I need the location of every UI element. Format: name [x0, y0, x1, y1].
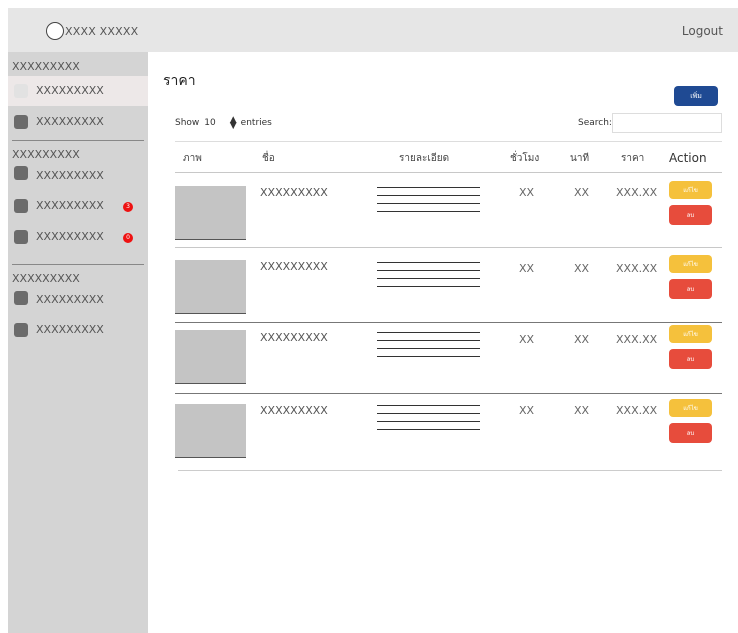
row-divider [175, 393, 722, 394]
menu-square-icon [14, 323, 28, 337]
menu-square-icon [14, 115, 28, 129]
column-header-price: ราคา [621, 153, 645, 164]
item-name: XXXXXXXXX [260, 260, 328, 273]
item-name: XXXXXXXXX [260, 331, 328, 344]
sidebar-divider [12, 140, 144, 141]
entries-select[interactable]: 10 [204, 118, 215, 128]
item-hours: XX [519, 262, 535, 275]
item-detail [377, 187, 480, 219]
column-header-hours: ชั่วโมง [510, 153, 540, 164]
add-button[interactable]: เพิ่ม [674, 86, 718, 106]
logout-link[interactable]: Logout [682, 24, 723, 38]
item-price: XXX.XX [616, 262, 658, 275]
brand[interactable]: XXXX XXXXX [46, 22, 138, 40]
item-price: XXX.XX [616, 333, 658, 346]
item-minutes: XX [574, 404, 590, 417]
column-header-minutes: นาที [570, 153, 590, 164]
item-minutes: XX [574, 186, 590, 199]
item-image [175, 186, 246, 240]
sidebar-item-5[interactable]: XXXXXXXXX 0 [8, 222, 148, 252]
item-detail [377, 262, 480, 294]
item-name: XXXXXXXXX [260, 404, 328, 417]
sidebar-item-6[interactable]: XXXXXXXXX [8, 283, 148, 313]
sidebar-item-label: XXXXXXXXX [36, 199, 104, 212]
sidebar-item-7[interactable]: XXXXXXXXX [8, 315, 148, 345]
column-header-name: ชื่อ [262, 153, 275, 164]
edit-button[interactable]: แก้ไข [669, 399, 712, 417]
sidebar-item-label: XXXXXXXXX [36, 293, 104, 306]
search-label: Search: [578, 118, 612, 128]
entries-label: entries [240, 118, 272, 128]
edit-button[interactable]: แก้ไข [669, 181, 712, 199]
row-divider [175, 247, 722, 248]
item-minutes: XX [574, 333, 590, 346]
sidebar-item-3[interactable]: XXXXXXXXX [8, 158, 148, 188]
logo-circle-icon [46, 22, 64, 40]
item-name: XXXXXXXXX [260, 186, 328, 199]
sidebar-item-label: XXXXXXXXX [36, 323, 104, 336]
delete-button[interactable]: ลบ [669, 205, 712, 225]
menu-square-icon [14, 230, 28, 244]
item-image [175, 330, 246, 384]
entries-selector: Show 10 ▲ ▼ entries [175, 116, 272, 131]
menu-square-icon [14, 84, 28, 98]
sidebar-item-label: XXXXXXXXX [36, 115, 104, 128]
item-image [175, 260, 246, 314]
item-image [175, 404, 246, 458]
delete-button[interactable]: ลบ [669, 423, 712, 443]
column-header-detail: รายละเอียด [399, 153, 450, 164]
sidebar-item-label: XXXXXXXXX [36, 84, 104, 97]
sidebar-item-2[interactable]: XXXXXXXXX [8, 107, 148, 137]
column-header-image: ภาพ [183, 153, 202, 164]
notification-badge: 3 [123, 202, 133, 212]
item-hours: XX [519, 333, 535, 346]
search-input[interactable] [612, 113, 722, 133]
up-down-arrows-icon[interactable]: ▲ ▼ [230, 116, 237, 131]
item-price: XXX.XX [616, 404, 658, 417]
table-header-divider [175, 141, 722, 142]
column-header-action: Action [669, 151, 707, 165]
sidebar-item-label: XXXXXXXXX [36, 169, 104, 182]
show-label: Show [175, 118, 200, 128]
notification-badge: 0 [123, 233, 133, 243]
page-title: ราคา [163, 73, 196, 89]
item-detail [377, 405, 480, 437]
item-price: XXX.XX [616, 186, 658, 199]
item-hours: XX [519, 404, 535, 417]
sidebar-item-4[interactable]: XXXXXXXXX 3 [8, 191, 148, 221]
item-minutes: XX [574, 262, 590, 275]
row-divider [175, 172, 722, 173]
edit-button[interactable]: แก้ไข [669, 255, 712, 273]
row-divider [175, 322, 722, 323]
sidebar-item-label: XXXXXXXXX [36, 230, 104, 243]
table-bottom-divider [178, 470, 722, 471]
sidebar-divider [12, 264, 144, 265]
top-bar: XXXX XXXXX Logout [8, 8, 738, 52]
item-detail [377, 332, 480, 364]
delete-button[interactable]: ลบ [669, 279, 712, 299]
sidebar-item-1[interactable]: XXXXXXXXX [8, 76, 148, 106]
menu-square-icon [14, 291, 28, 305]
edit-button[interactable]: แก้ไข [669, 325, 712, 343]
item-hours: XX [519, 186, 535, 199]
menu-square-icon [14, 166, 28, 180]
sidebar-section-header: XXXXXXXXX [12, 60, 80, 73]
menu-square-icon [14, 199, 28, 213]
brand-name: XXXX XXXXX [65, 24, 139, 38]
sidebar: XXXXXXXXX XXXXXXXXX XXXXXXXXX XXXXXXXXX … [8, 52, 148, 633]
delete-button[interactable]: ลบ [669, 349, 712, 369]
